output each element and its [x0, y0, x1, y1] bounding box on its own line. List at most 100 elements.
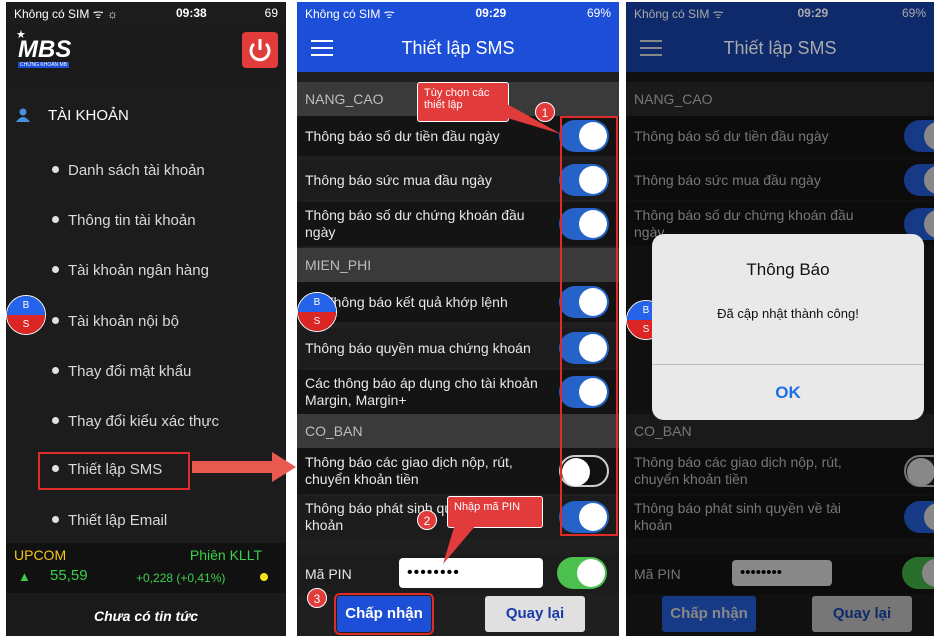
bullet-icon — [52, 216, 59, 223]
power-icon — [249, 39, 271, 62]
setting-label: Thông báo các giao dịch nộp, rút, chuyển… — [634, 454, 842, 487]
setting-toggle[interactable] — [904, 120, 934, 152]
nav-bar: Thiết lập SMS — [297, 24, 619, 72]
bullet-icon — [52, 266, 59, 273]
power-button[interactable] — [242, 32, 278, 68]
buy-sell-button[interactable]: B S — [297, 292, 337, 332]
menu-item-label: Tài khoản ngân hàng — [68, 261, 209, 279]
bullet-icon — [52, 317, 59, 324]
menu-item-label: Thông tin tài khoản — [68, 211, 196, 229]
menu-item-email-settings[interactable]: Thiết lập Email — [6, 495, 286, 545]
setting-toggle[interactable] — [904, 455, 934, 487]
menu-item-account-info[interactable]: Thông tin tài khoản — [6, 195, 286, 245]
setting-label: Thông báo các giao dịch nộp, rút, chuyển… — [305, 454, 513, 487]
menu-item-internal-account[interactable]: Tài khoản nội bộ — [6, 296, 286, 346]
account-header-label: TÀI KHOẢN — [48, 106, 129, 124]
success-alert: Thông Báo Đã cập nhật thành công! OK — [652, 234, 924, 420]
session-label: Phiên KLLT — [189, 547, 262, 563]
pin-save-toggle[interactable] — [557, 557, 607, 589]
pin-save-toggle[interactable] — [902, 557, 934, 589]
back-button[interactable]: Quay lại — [812, 596, 912, 632]
setting-row: Thông báo sức mua đầu ngày — [626, 160, 934, 200]
setting-label: Các thông báo áp dụng cho tài khoản Marg… — [305, 375, 538, 408]
pin-input[interactable]: •••••••• — [732, 560, 832, 586]
setting-label: Thông báo phát sinh quyền về tài khoản — [634, 500, 842, 533]
menu-item-change-password[interactable]: Thay đổi mật khẩu — [6, 346, 286, 396]
index-value: 55,59 — [50, 567, 88, 584]
pin-value: •••••••• — [407, 564, 460, 581]
menu-item-label: Tài khoản nội bộ — [68, 312, 179, 330]
menu-item-change-auth[interactable]: Thay đổi kiểu xác thực — [6, 396, 286, 446]
step-3-badge: 3 — [307, 588, 327, 608]
accept-button[interactable]: Chấp nhận — [334, 593, 434, 635]
confirmation-screen: Không có SIM ᯤ 09:29 69% Thiết lập SMS N… — [626, 2, 934, 636]
bulb-icon — [260, 573, 268, 581]
nav-bar: Thiết lập SMS — [626, 24, 934, 72]
index-change: +0,228 (+0,41%) — [136, 571, 226, 585]
up-arrow-icon: ▲ — [18, 569, 31, 584]
account-section-header[interactable]: TÀI KHOẢN — [6, 100, 286, 130]
buy-sell-button[interactable]: B S — [6, 295, 46, 335]
alert-message: Đã cập nhật thành công! — [717, 306, 859, 321]
bullet-icon — [52, 417, 59, 424]
setting-label: Thông báo quyền mua chứng khoán — [305, 339, 531, 356]
setting-toggle[interactable] — [904, 164, 934, 196]
user-icon — [16, 108, 30, 122]
menu-item-bank-account[interactable]: Tài khoản ngân hàng — [6, 245, 286, 295]
pin-value: •••••••• — [740, 564, 783, 581]
hamburger-icon[interactable] — [311, 40, 333, 56]
section-label: NANG_CAO — [305, 91, 384, 107]
alert-title: Thông Báo — [746, 260, 830, 279]
section-header-nang-cao: NANG_CAO — [626, 82, 934, 116]
menu-item-label: Thiết lập Email — [68, 511, 168, 529]
mbs-logo: ★ MBS CHỨNG KHOÁN MB — [14, 29, 78, 70]
clock: 09:38 — [175, 6, 207, 20]
callout-options: Tùy chọn các thiết lập — [417, 82, 509, 122]
battery-text: 69% — [901, 6, 926, 20]
pin-label: Mã PIN — [305, 566, 352, 582]
section-label: NANG_CAO — [634, 91, 713, 107]
menu-item-account-list[interactable]: Danh sách tài khoản — [6, 145, 286, 195]
callout-pointer — [443, 524, 477, 564]
step-2-badge: 2 — [417, 510, 437, 530]
menu-screen: Không có SIM ᯤ ☼ 09:38 69 ★ MBS CHỨNG KH… — [6, 2, 286, 636]
pin-label: Mã PIN — [634, 566, 681, 582]
callout-text: Nhập mã PIN — [454, 501, 521, 513]
page-title: Thiết lập SMS — [723, 37, 837, 58]
setting-label: Thông báo số dư tiền đầu ngày — [305, 127, 500, 144]
carrier-text: Không có SIM ᯤ ☼ — [14, 6, 118, 21]
back-button[interactable]: Quay lại — [485, 596, 585, 632]
bullet-icon — [52, 516, 59, 523]
setting-label: Thông báo số dư chứng khoán đầu ngày — [305, 207, 525, 240]
setting-row: Thông báo số dư tiền đầu ngày — [626, 116, 934, 156]
ok-label: OK — [775, 383, 801, 402]
setting-row: Thông báo các giao dịch nộp, rút, chuyển… — [626, 448, 934, 494]
section-label: MIEN_PHI — [305, 257, 372, 273]
setting-toggle[interactable] — [904, 501, 934, 533]
menu-item-label: Thay đổi mật khẩu — [68, 362, 192, 380]
back-label: Quay lại — [832, 605, 892, 622]
market-name: UPCOM — [14, 547, 67, 563]
accept-button[interactable]: Chấp nhận — [662, 596, 756, 632]
setting-label: Thông báo sức mua đầu ngày — [634, 171, 821, 188]
bullet-icon — [52, 367, 59, 374]
menu-item-label: Thay đổi kiểu xác thực — [68, 412, 219, 430]
page-title: Thiết lập SMS — [401, 37, 515, 58]
ticker-bar[interactable]: UPCOM Phiên KLLT ▲ 55,59 +0,228 (+0,41%) — [6, 543, 286, 593]
sms-highlight-box — [38, 452, 190, 490]
step-number: 2 — [423, 514, 431, 528]
toggles-highlight-box — [560, 116, 618, 536]
menu-header: ★ MBS CHỨNG KHOÁN MB — [6, 24, 286, 82]
arrow-right-icon — [192, 452, 296, 482]
menu-item-label: Danh sách tài khoản — [68, 161, 205, 179]
step-number: 3 — [313, 592, 321, 606]
setting-row: Thông báo phát sinh quyền về tài khoản — [626, 496, 934, 538]
news-text: Chưa có tin tức — [94, 608, 198, 624]
logo-text: MBS — [18, 36, 72, 63]
clock: 09:29 — [797, 6, 829, 20]
ok-button[interactable]: OK — [652, 365, 924, 420]
status-bar: Không có SIM ᯤ ☼ 09:38 69 — [6, 2, 286, 24]
status-bar: Không có SIM ᯤ 09:29 69% — [297, 2, 619, 24]
callout-text: Tùy chọn các thiết lập — [424, 87, 490, 111]
hamburger-icon[interactable] — [640, 40, 662, 56]
